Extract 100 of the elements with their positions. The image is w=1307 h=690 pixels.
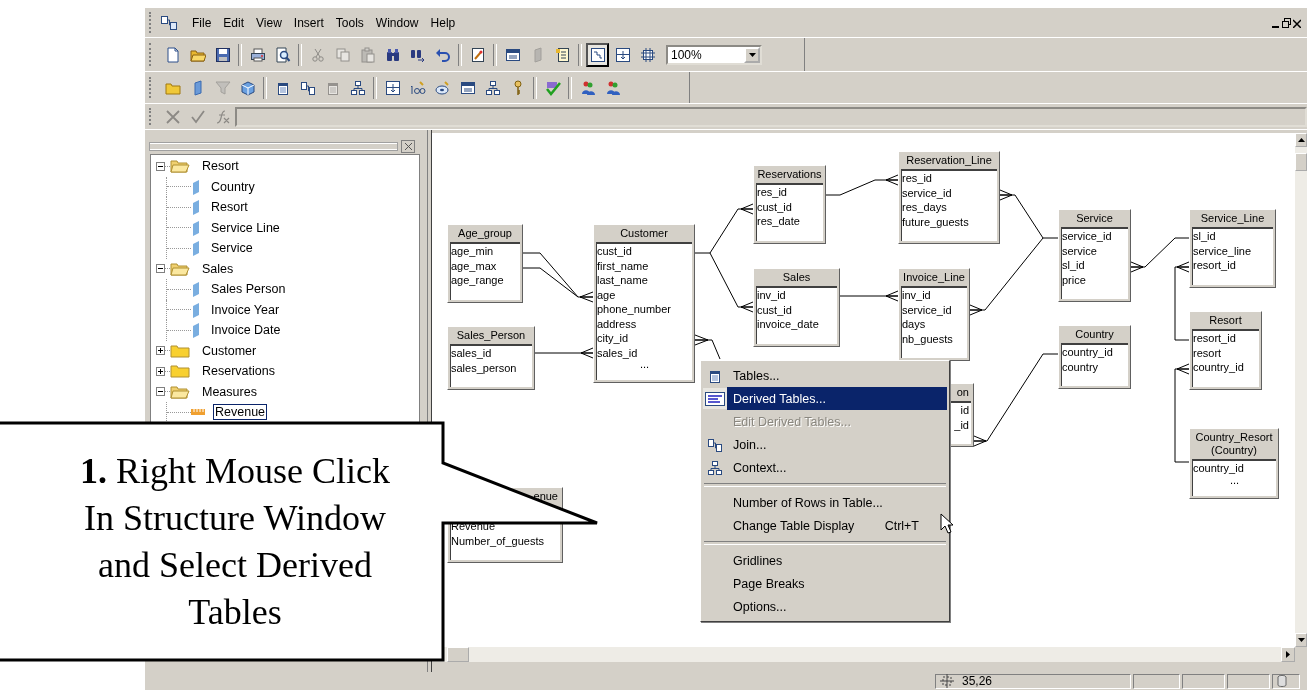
number-icon	[409, 79, 426, 96]
menu-item[interactable]: Gridlines	[703, 549, 947, 572]
table-title: Country	[1074, 327, 1115, 342]
join-icon	[299, 79, 316, 96]
panel-grip[interactable]	[150, 142, 397, 150]
checkmark-icon	[544, 79, 561, 96]
column-name: address	[597, 316, 638, 331]
diagram-view-icon	[589, 46, 606, 63]
menu-item[interactable]: View	[250, 13, 288, 32]
menu-item[interactable]: Help	[424, 13, 462, 32]
table-node[interactable]: Reservation_Line res_id service_id res_days future_guests	[898, 151, 1000, 244]
formula-field[interactable]	[235, 106, 1307, 127]
column-name: res_date	[757, 214, 801, 229]
object-icon	[191, 301, 201, 318]
table-node[interactable]: Service_Line sl_id service_line resort_id	[1189, 209, 1276, 288]
tree-item[interactable]: Reservations	[200, 363, 277, 380]
cancel-icon	[165, 109, 180, 124]
table-node[interactable]: Customer cust_id first_name last_name age phone_number address city_id sales_id ...	[593, 224, 695, 383]
menu-item[interactable]: Join...	[703, 433, 947, 456]
collapse-icon[interactable]	[156, 264, 165, 274]
menu-item[interactable]: Tools	[329, 13, 370, 32]
column-name: sales_id	[451, 346, 493, 361]
tree-item[interactable]: Sales Person	[209, 281, 288, 298]
more-columns-text: ...	[1229, 475, 1240, 484]
tree-item[interactable]: Invoice Year	[209, 301, 282, 318]
table-node[interactable]: Country country_id country	[1058, 325, 1131, 389]
close-icon[interactable]	[1293, 17, 1301, 28]
scroll-right-button[interactable]	[1281, 647, 1295, 662]
table-node[interactable]: Country_Resort (Country) country_id ...	[1189, 428, 1279, 499]
status-panel	[1182, 673, 1225, 689]
menu-item[interactable]: Number of Rows in Table...	[703, 491, 947, 514]
table-node[interactable]: Age_group age_min age_max age_range	[447, 224, 523, 303]
expand-icon[interactable]	[156, 346, 165, 356]
table-title: on	[955, 385, 970, 400]
column-name: last_name	[597, 273, 649, 288]
wizard-icon	[469, 46, 486, 63]
column-name: id	[959, 403, 970, 418]
join-icon	[707, 436, 723, 453]
object-icon	[191, 219, 201, 236]
column-name: service	[1062, 243, 1098, 258]
menu-item[interactable]: Context...	[703, 456, 947, 479]
menu-item[interactable]: Insert	[287, 13, 330, 32]
scrollbar-thumb[interactable]	[447, 647, 469, 662]
join-line	[839, 290, 899, 302]
menu-item[interactable]: Page Breaks	[703, 572, 947, 595]
menu-item[interactable]: Window	[369, 13, 425, 32]
column-name: inv_id	[757, 288, 787, 303]
menu-item[interactable]: Edit	[217, 13, 251, 32]
column-name: sl_id	[1193, 229, 1217, 244]
close-icon	[404, 142, 412, 150]
column-name: age	[597, 287, 617, 302]
toolbar-button[interactable]	[586, 42, 609, 67]
table-node[interactable]: Service service_id service sl_id price	[1058, 209, 1131, 302]
menu-item[interactable]: Tables...	[703, 364, 947, 387]
column-name: age_max	[451, 258, 498, 273]
table-node[interactable]: Resort resort_id resort country_id	[1189, 311, 1262, 390]
collapse-icon[interactable]	[156, 161, 165, 171]
folder-icon	[170, 342, 190, 359]
close-button[interactable]	[401, 139, 415, 153]
table-node[interactable]: Sales_Person sales_id sales_person	[447, 326, 535, 390]
tree-item[interactable]: Resort	[209, 199, 250, 216]
table-node[interactable]: Sales inv_id cust_id invoice_date	[753, 268, 840, 347]
tree-item[interactable]: Revenue	[213, 404, 268, 421]
tree-item[interactable]: Country	[209, 178, 257, 195]
tree-item[interactable]: Sales	[200, 260, 236, 277]
tree-item[interactable]: Customer	[200, 342, 259, 359]
table-node[interactable]: Reservations res_id cust_id res_date	[753, 165, 826, 244]
column-name: phone_number	[597, 302, 672, 317]
table-title: Invoice_Line	[902, 270, 966, 285]
restore-icon[interactable]	[1282, 17, 1291, 28]
table-title: Reservation_Line	[905, 153, 993, 168]
app-icon[interactable]	[160, 14, 178, 31]
column-name: sales_id	[597, 345, 639, 360]
dropdown-button[interactable]	[744, 46, 760, 63]
join-line	[534, 347, 594, 359]
scroll-down-button[interactable]	[1295, 633, 1307, 647]
hierarchy-icon	[349, 79, 366, 96]
tree-item[interactable]: Invoice Date	[209, 322, 283, 339]
scrollbar-thumb[interactable]	[1295, 153, 1307, 171]
expand-icon[interactable]	[156, 366, 165, 376]
tree-item[interactable]: Measures	[200, 383, 259, 400]
scroll-up-button[interactable]	[1295, 133, 1307, 147]
tree-item[interactable]: Service Line	[209, 219, 282, 236]
menu-item[interactable]: Options...	[703, 595, 947, 618]
column-name: resort_id	[1193, 258, 1237, 273]
more-columns-text: ...	[638, 360, 651, 368]
table-title: Resort	[1208, 313, 1243, 328]
paste-icon	[359, 46, 376, 63]
column-name: age_range	[451, 273, 505, 288]
tree-item[interactable]: Service	[209, 240, 255, 257]
tree-item[interactable]: Resort	[200, 158, 241, 175]
column-name: inv_id	[902, 288, 932, 303]
scissors-icon	[309, 46, 326, 63]
callout-text: 1. Right Mouse Click In Structure Window and Select Derived Tables	[79, 450, 391, 634]
table-node[interactable]: Invoice_Line inv_id service_id days nb_guests	[898, 268, 970, 361]
collapse-icon[interactable]	[156, 387, 165, 397]
column-name: future_guests	[902, 214, 970, 229]
zoom-combo[interactable]: 100%	[666, 44, 762, 65]
menu-item[interactable]: File	[186, 13, 218, 32]
save-icon	[214, 46, 231, 63]
